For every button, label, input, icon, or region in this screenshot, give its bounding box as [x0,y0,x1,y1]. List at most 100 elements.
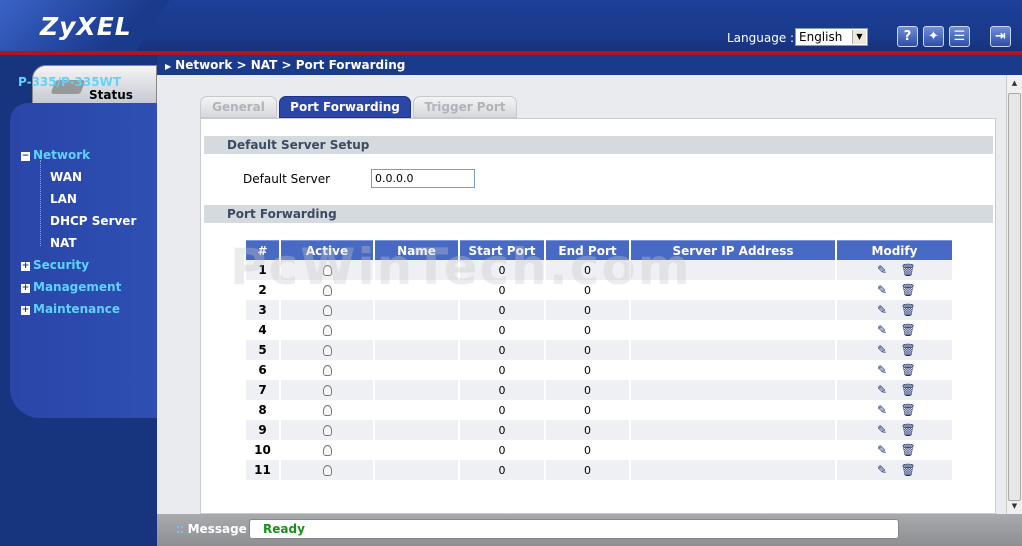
port-forwarding-section-title: Port Forwarding [204,205,993,223]
left-navigation: Status [0,55,157,546]
column-header-active: Active [281,240,373,260]
end-port: 0 [546,380,629,400]
modify-cell: ✎ 🗑 [837,260,952,280]
nav-item-wan[interactable]: WAN [50,170,82,184]
edit-icon[interactable]: ✎ [876,463,889,477]
server-ip-address [631,360,835,380]
language-select[interactable]: English ▼ [795,28,868,46]
delete-icon[interactable]: 🗑 [901,443,916,457]
edit-icon[interactable]: ✎ [876,443,889,457]
modify-cell: ✎ 🗑 [837,440,952,460]
lightbulb-icon [322,425,332,436]
modify-cell: ✎ 🗑 [837,460,952,480]
start-port: 0 [460,280,544,300]
edit-icon[interactable]: ✎ [876,343,889,357]
start-port: 0 [460,260,544,280]
zyxel-logo: ZyXEL [40,12,132,41]
default-server-input[interactable] [371,169,475,188]
edit-icon[interactable]: ✎ [876,423,889,437]
delete-icon[interactable]: 🗑 [901,283,916,297]
nav-item-nat[interactable]: NAT [50,236,77,250]
message-box: Ready [249,519,899,539]
nav-item-security[interactable]: + Security [21,258,89,272]
help-icon[interactable]: ? [897,26,918,47]
lightbulb-icon [322,405,332,416]
rule-name [375,460,458,480]
delete-icon[interactable]: 🗑 [901,323,916,337]
tab-general[interactable]: General [200,96,277,118]
wizard-icon[interactable]: ✦ [923,26,944,47]
logout-icon[interactable]: ⇥ [990,26,1011,47]
vertical-scrollbar[interactable]: ▲ ▼ [1006,75,1022,514]
server-ip-address [631,440,835,460]
lightbulb-icon [322,465,332,476]
column-header-number: # [246,240,279,260]
breadcrumb: ▶ Network > NAT > Port Forwarding [165,58,406,72]
row-number: 11 [246,460,279,480]
lightbulb-icon [322,305,332,316]
end-port: 0 [546,460,629,480]
header-bar: ZyXEL Language : English ▼ ? ✦ ☰ ⇥ [0,0,1022,55]
edit-icon[interactable]: ✎ [876,303,889,317]
end-port: 0 [546,400,629,420]
edit-icon[interactable]: ✎ [876,403,889,417]
server-ip-address [631,300,835,320]
delete-icon[interactable]: 🗑 [901,463,916,477]
lightbulb-icon [322,385,332,396]
scroll-up-icon[interactable]: ▲ [1008,75,1021,91]
rule-name [375,360,458,380]
delete-icon[interactable]: 🗑 [901,363,916,377]
breadcrumb-arrow-icon: ▶ [165,62,172,71]
scroll-down-icon[interactable]: ▼ [1008,498,1021,514]
edit-icon[interactable]: ✎ [876,363,889,377]
end-port: 0 [546,440,629,460]
modify-cell: ✎ 🗑 [837,380,952,400]
nav-item-lan[interactable]: LAN [50,192,77,206]
table-row: 4 0 0 ✎ 🗑 [246,320,952,340]
nav-item-network[interactable]: − Network [21,148,90,162]
table-header-row: # Active Name Start Port End Port Server… [246,240,952,260]
lightbulb-icon [322,285,332,296]
edit-icon[interactable]: ✎ [876,323,889,337]
end-port: 0 [546,420,629,440]
active-cell [281,420,373,440]
server-ip-address [631,280,835,300]
table-row: 8 0 0 ✎ 🗑 [246,400,952,420]
nav-item-management[interactable]: + Management [21,280,121,294]
active-cell [281,300,373,320]
lightbulb-icon [322,445,332,456]
table-row: 7 0 0 ✎ 🗑 [246,380,952,400]
rule-name [375,300,458,320]
delete-icon[interactable]: 🗑 [901,263,916,277]
edit-icon[interactable]: ✎ [876,263,889,277]
table-row: 10 0 0 ✎ 🗑 [246,440,952,460]
tab-port-forwarding[interactable]: Port Forwarding [279,96,411,118]
nav-item-dhcp-server[interactable]: DHCP Server [50,214,136,228]
rule-name [375,320,458,340]
column-header-end-port: End Port [546,240,629,260]
default-server-section-title: Default Server Setup [204,136,993,154]
port-forwarding-table: # Active Name Start Port End Port Server… [244,240,954,480]
active-cell [281,460,373,480]
active-cell [281,340,373,360]
delete-icon[interactable]: 🗑 [901,383,916,397]
lightbulb-icon [322,345,332,356]
row-number: 4 [246,320,279,340]
delete-icon[interactable]: 🗑 [901,403,916,417]
row-number: 10 [246,440,279,460]
sitemap-icon[interactable]: ☰ [949,26,970,47]
delete-icon[interactable]: 🗑 [901,303,916,317]
edit-icon[interactable]: ✎ [876,383,889,397]
delete-icon[interactable]: 🗑 [901,343,916,357]
delete-icon[interactable]: 🗑 [901,423,916,437]
tab-trigger-port[interactable]: Trigger Port [413,96,517,118]
scrollbar-thumb[interactable] [1008,93,1021,501]
table-row: 6 0 0 ✎ 🗑 [246,360,952,380]
nav-item-maintenance[interactable]: + Maintenance [21,302,120,316]
lightbulb-icon [322,365,332,376]
language-label: Language : [727,31,795,45]
row-number: 5 [246,340,279,360]
modify-cell: ✎ 🗑 [837,300,952,320]
server-ip-address [631,400,835,420]
edit-icon[interactable]: ✎ [876,283,889,297]
